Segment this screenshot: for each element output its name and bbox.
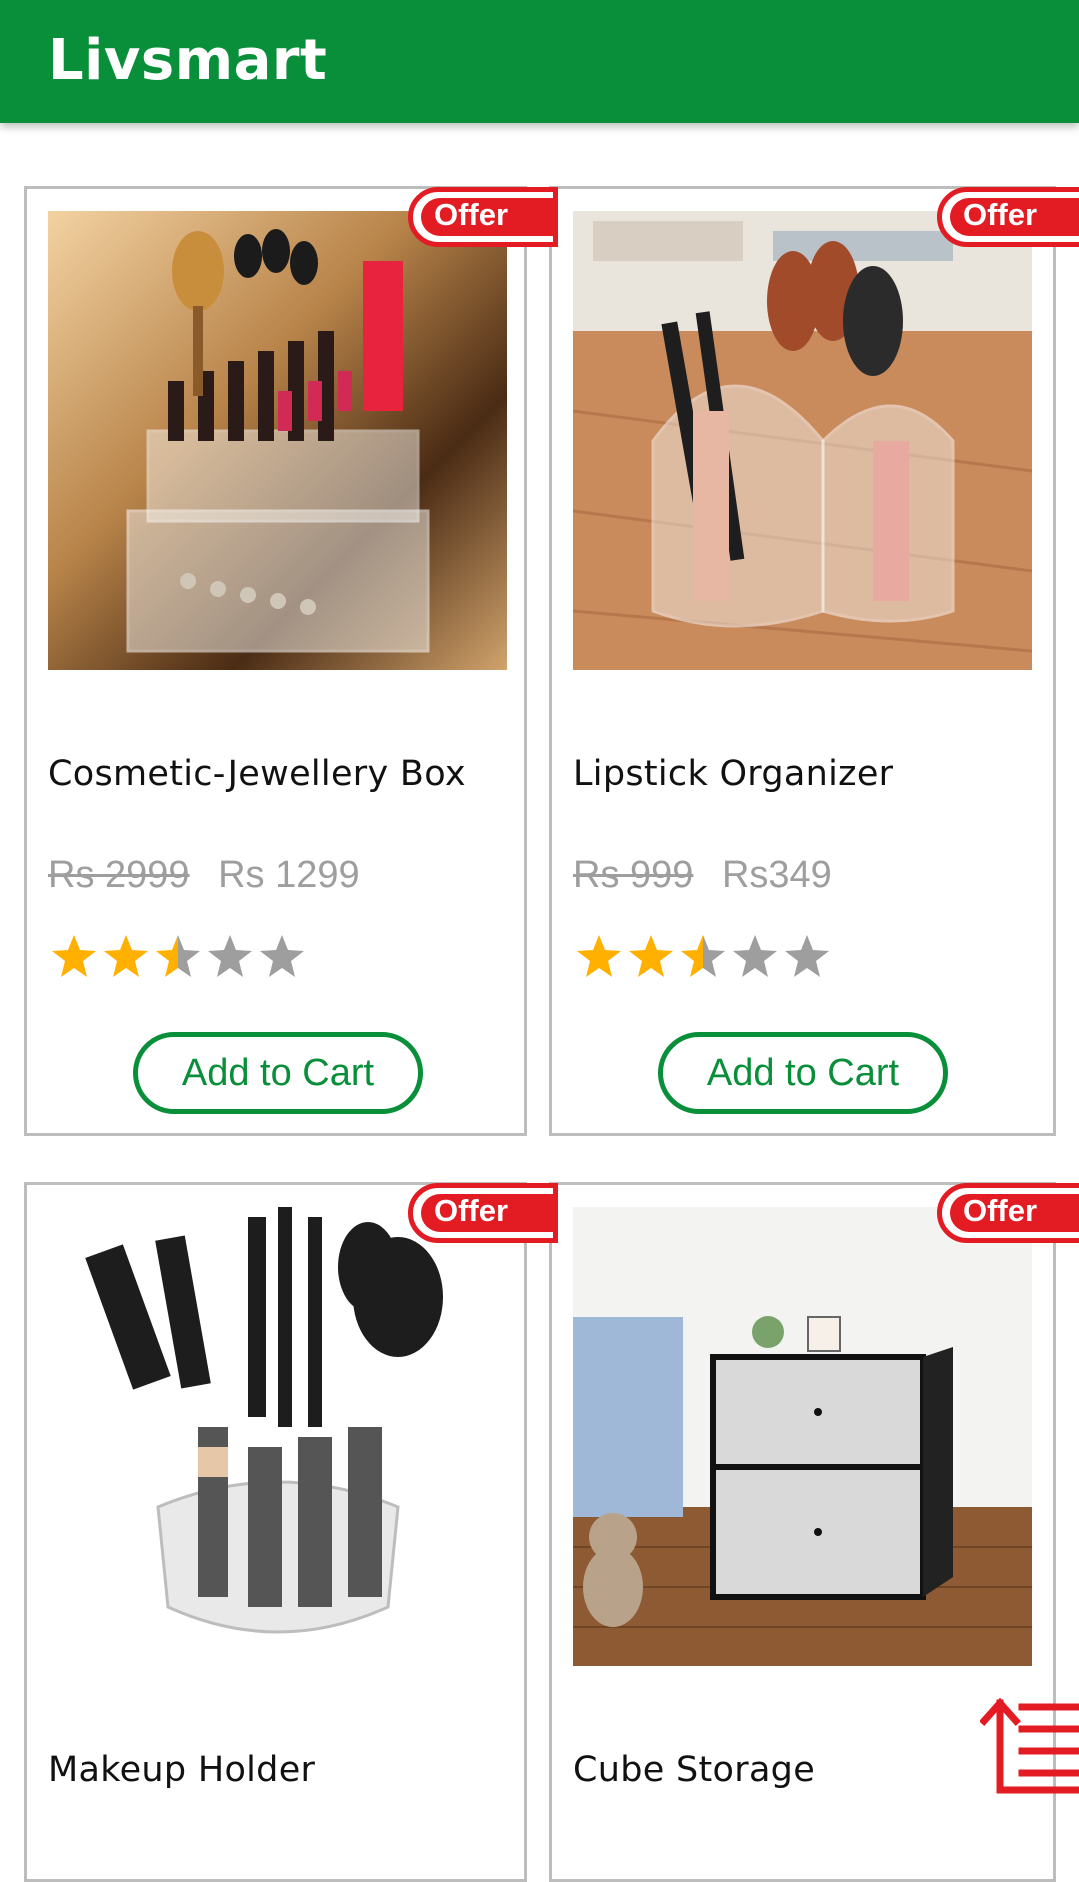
star-icon (785, 935, 829, 977)
star-icon (733, 935, 777, 977)
product-card[interactable]: Offer Lipstick Organizer Rs 999 Rs349 Ad… (549, 186, 1079, 1136)
rating-stars (48, 929, 308, 989)
star-icon (104, 935, 148, 977)
offer-badge: Offer (408, 187, 558, 251)
star-icon (208, 935, 252, 977)
product-image-organizer[interactable] (48, 211, 507, 670)
price-row: Rs 2999 Rs 1299 (48, 854, 360, 897)
star-icon (260, 935, 304, 977)
add-to-cart-button[interactable]: Add to Cart (133, 1032, 423, 1114)
star-icon (577, 935, 621, 977)
old-price: Rs 2999 (48, 854, 190, 896)
product-image-cube-storage[interactable] (573, 1207, 1032, 1666)
product-card[interactable]: Offer Cosmetic-Jewellery Box Rs 2999 Rs … (24, 186, 558, 1136)
current-price: Rs349 (721, 854, 832, 896)
price-row: Rs 999 Rs349 (573, 854, 832, 897)
star-icon (52, 935, 96, 977)
offer-badge: Offer (408, 1183, 558, 1247)
offer-badge: Offer (937, 187, 1079, 251)
current-price: Rs 1299 (218, 854, 360, 896)
product-card[interactable]: Offer Makeup Holder (24, 1182, 558, 1882)
offer-badge: Offer (937, 1183, 1079, 1247)
product-name[interactable]: Lipstick Organizer (573, 754, 893, 794)
app-title: Livsmart (48, 28, 328, 93)
star-icon (629, 935, 673, 977)
product-name[interactable]: Makeup Holder (48, 1750, 315, 1790)
scroll-to-top-icon[interactable] (979, 1695, 1079, 1795)
star-icon (156, 935, 200, 977)
add-to-cart-button[interactable]: Add to Cart (658, 1032, 948, 1114)
star-icon (681, 935, 725, 977)
old-price: Rs 999 (573, 854, 694, 896)
app-bar: Livsmart (0, 0, 1079, 123)
rating-stars (573, 929, 833, 989)
product-image-makeup-holder[interactable] (48, 1207, 507, 1666)
product-name[interactable]: Cosmetic-Jewellery Box (48, 754, 466, 794)
product-image-lipstick-organizer[interactable] (573, 211, 1032, 670)
product-name[interactable]: Cube Storage (573, 1750, 815, 1790)
